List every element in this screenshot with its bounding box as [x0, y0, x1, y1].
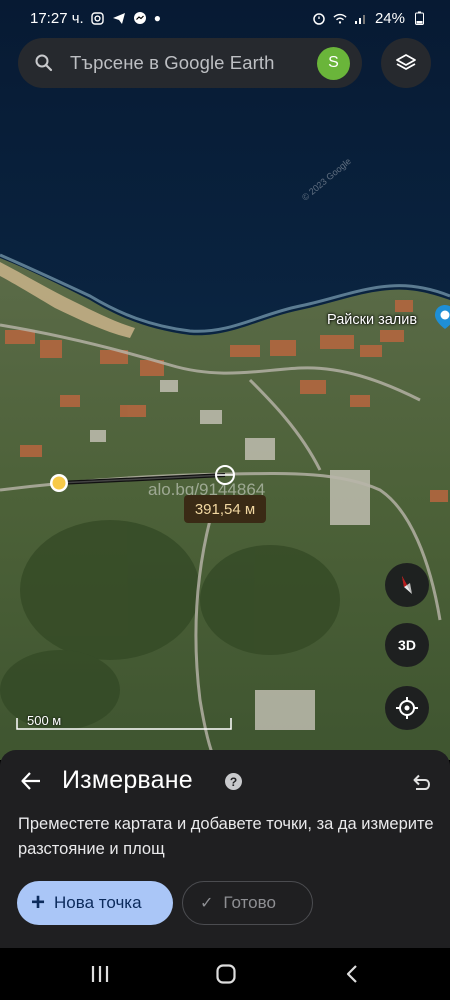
place-pin-icon[interactable]: [434, 304, 450, 330]
satellite-imagery: [0, 0, 450, 760]
measure-sheet: Измерване ? Преместете картата и добавет…: [0, 750, 450, 948]
telegram-icon: [112, 11, 126, 25]
undo-button[interactable]: [405, 768, 435, 798]
alarm-icon: [312, 11, 326, 25]
battery-icon: [412, 11, 426, 25]
3d-toggle-button[interactable]: 3D: [385, 623, 429, 667]
recents-icon: [91, 966, 109, 982]
status-bar: 17:27 ч. ● 24%: [0, 0, 450, 36]
search-icon: [35, 54, 53, 72]
my-location-icon: [396, 697, 418, 719]
my-location-button[interactable]: [385, 686, 429, 730]
measure-instructions: Преместете картата и добавете точки, за …: [18, 815, 434, 858]
plus-icon: +: [31, 889, 46, 916]
done-label: Готово: [223, 893, 276, 912]
dot-icon: ●: [153, 11, 161, 25]
distance-label: 391,54 м: [184, 495, 266, 523]
messenger-icon: [133, 11, 147, 25]
layers-button[interactable]: [381, 38, 431, 88]
scale-bar: 500 м: [16, 712, 232, 730]
sheet-title: Измерване: [62, 766, 193, 794]
satellite-map[interactable]: © 2023 Google Райски залив alo.bg/914486…: [0, 0, 450, 760]
search-bar[interactable]: Търсене в Google Earth S: [18, 38, 362, 88]
status-time: 17:27 ч.: [30, 9, 84, 27]
done-button[interactable]: ✓ Готово: [182, 881, 313, 925]
back-button[interactable]: [14, 764, 48, 798]
sheet-header: Измерване ?: [0, 750, 450, 814]
undo-icon: [413, 774, 430, 790]
compass-button[interactable]: [385, 563, 429, 607]
account-avatar[interactable]: S: [317, 46, 350, 80]
system-nav-bar: [0, 948, 450, 1000]
new-point-label: Нова точка: [54, 893, 142, 912]
help-icon[interactable]: ?: [225, 773, 242, 790]
measure-start-point: [50, 474, 68, 492]
wifi-icon: [333, 11, 347, 25]
home-icon: [216, 964, 236, 984]
signal-icon: [354, 11, 368, 25]
layers-icon: [396, 54, 416, 70]
home-button[interactable]: [211, 960, 241, 988]
new-point-button[interactable]: + Нова точка: [17, 881, 173, 925]
instagram-icon: [91, 11, 105, 25]
battery-percent: 24%: [374, 9, 405, 27]
chevron-left-icon: [346, 965, 357, 983]
recents-button[interactable]: [85, 960, 115, 988]
place-label[interactable]: Райски залив: [327, 312, 417, 328]
check-icon: ✓: [200, 895, 214, 912]
scale-label: 500 м: [27, 713, 62, 728]
arrow-back-icon: [21, 772, 40, 790]
nav-back-button[interactable]: [337, 960, 367, 988]
search-input[interactable]: Търсене в Google Earth: [70, 52, 317, 74]
compass-icon: [402, 576, 412, 594]
